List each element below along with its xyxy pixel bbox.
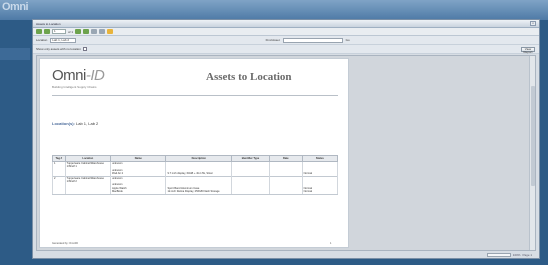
find-label: Find Asset xyxy=(265,38,280,42)
status-cell xyxy=(301,160,339,169)
identifier-cell xyxy=(231,160,270,169)
status-cell xyxy=(301,175,339,184)
location-value: Lab 1, Lab 2 xyxy=(76,121,99,126)
report-footer-page: 1 xyxy=(330,242,332,245)
identifier-cell xyxy=(231,190,270,195)
refresh-icon[interactable] xyxy=(91,29,98,34)
description-cell xyxy=(165,175,233,184)
description-cell: 12-inch Retina Display, 256GB Flash Stor… xyxy=(165,190,233,195)
report-toolbar: 1 of 1 xyxy=(33,28,539,36)
window-titlebar[interactable]: Assets to Location x xyxy=(33,20,539,28)
desktop-header: Omni xyxy=(0,0,548,20)
report-window: Assets to Location x 1 of 1 Location Lab… xyxy=(32,19,540,259)
report-footer-left: Generated by: OmniID xyxy=(52,242,78,245)
window-title: Assets to Location xyxy=(36,21,61,26)
tag-cell xyxy=(52,190,66,195)
table-row: MacBook 12-inch Retina Display, 256GB Fla… xyxy=(52,190,339,195)
zoom-level[interactable]: 100% xyxy=(513,253,521,257)
date-cell xyxy=(268,175,303,184)
report-page: Omni-ID Building Intelligent Supply Chai… xyxy=(39,58,349,248)
status-page: Page 1 xyxy=(522,252,532,257)
options-row: Show only assets with no location View R… xyxy=(33,45,539,54)
status-cell: Normal xyxy=(301,190,339,195)
status-bar: 100% Page 1 xyxy=(36,252,536,257)
location-cell: Tupperware Cabinet/Warehouse 1/Shelf 2 xyxy=(64,175,112,184)
print-icon[interactable] xyxy=(107,29,114,34)
report-title: Assets to Location xyxy=(206,71,292,83)
tag-cell: 1 xyxy=(52,160,66,169)
close-button[interactable]: x xyxy=(530,21,536,26)
table-row: 1 Tupperware Cabinet/Warehouse 1/Shelf 1u… xyxy=(52,160,339,169)
report-viewer: Omni-ID Building Intelligent Supply Chai… xyxy=(36,55,536,251)
prev-page-icon[interactable] xyxy=(44,29,50,34)
tag-cell: 2 xyxy=(52,175,66,184)
table-body: 1 Tupperware Cabinet/Warehouse 1/Shelf 1u… xyxy=(52,160,339,195)
location-param-label: Location xyxy=(36,38,48,42)
location-cell xyxy=(64,190,112,195)
description-cell xyxy=(165,160,233,169)
name-cell: MacBook xyxy=(109,190,167,195)
desktop-logo: Omni xyxy=(2,1,29,13)
scroll-thumb[interactable] xyxy=(531,86,535,186)
assets-table: Tag # Location Name Description Identifier T… xyxy=(52,155,339,195)
location-cell: Tupperware Cabinet/Warehouse 1/Shelf 1 xyxy=(64,160,112,169)
parameter-row: Location Lab 1, Lab 2 Find Asset Go xyxy=(33,36,539,45)
option-label: Show only assets with no location xyxy=(36,47,81,51)
export-icon[interactable] xyxy=(99,29,106,34)
location-label: Location(s): xyxy=(52,121,75,126)
last-page-icon[interactable] xyxy=(83,29,90,34)
date-cell xyxy=(268,160,303,169)
date-cell xyxy=(268,190,303,195)
report-tagline: Building Intelligent Supply Chains xyxy=(52,85,97,89)
table-row: 2 Tupperware Cabinet/Warehouse 1/Shelf 2u… xyxy=(52,175,339,184)
report-logo: Omni-ID xyxy=(52,67,105,84)
page-number-input[interactable]: 1 xyxy=(52,29,66,34)
name-cell: unknown xyxy=(109,160,167,169)
header-divider xyxy=(52,95,338,96)
desktop-side-tab[interactable] xyxy=(0,48,30,60)
option-checkbox[interactable] xyxy=(82,47,87,51)
vertical-scrollbar[interactable] xyxy=(529,56,535,250)
page-count-label: of 1 xyxy=(68,29,74,34)
next-page-icon[interactable] xyxy=(75,29,82,34)
view-report-button[interactable]: View Report xyxy=(521,47,535,54)
status-box xyxy=(486,252,511,257)
location-line: Location(s): Lab 1, Lab 2 xyxy=(52,121,98,126)
location-select[interactable]: Lab 1, Lab 2 xyxy=(50,37,77,43)
first-page-icon[interactable] xyxy=(36,29,42,34)
find-button[interactable]: Go xyxy=(346,38,350,42)
identifier-cell xyxy=(231,175,270,184)
find-input[interactable] xyxy=(282,37,343,43)
